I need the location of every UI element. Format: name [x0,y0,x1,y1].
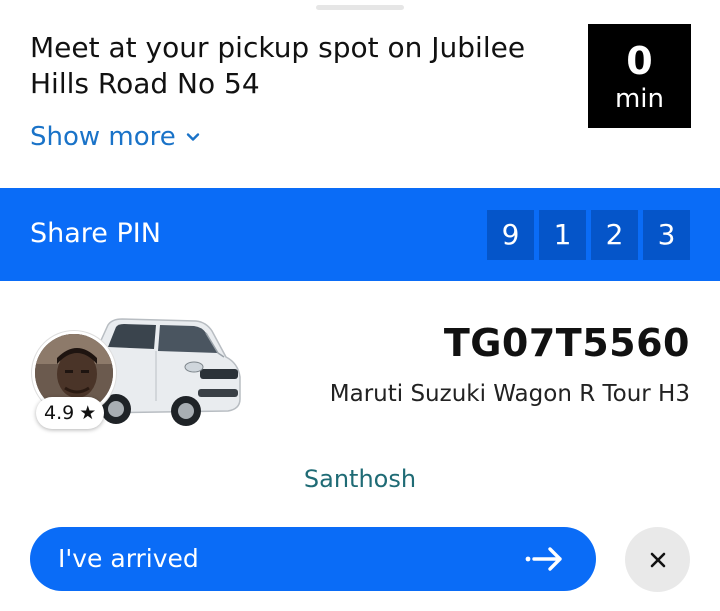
close-button[interactable] [625,527,690,592]
share-pin-bar: Share PIN 9 1 2 3 [0,188,720,281]
show-more-link[interactable]: Show more [30,122,200,152]
pin-digit: 1 [539,210,586,260]
pin-digit: 2 [591,210,638,260]
license-plate: TG07T5560 [443,321,690,365]
driver-name[interactable]: Santhosh [0,465,720,493]
show-more-label: Show more [30,122,176,152]
driver-card: 4.9 ★ TG07T5560 Maruti Suzuki Wagon R To… [0,281,720,521]
star-icon: ★ [79,402,97,424]
pickup-header: Meet at your pickup spot on Jubilee Hill… [0,0,720,188]
car-model: Maruti Suzuki Wagon R Tour H3 [329,381,690,407]
close-icon [650,552,665,567]
eta-value: 0 [626,39,653,83]
arrived-button[interactable]: I've arrived [30,527,596,591]
pin-digits: 9 1 2 3 [487,210,690,260]
driver-rating: 4.9 ★ [36,397,105,429]
arrived-label: I've arrived [58,544,199,573]
share-pin-label: Share PIN [30,218,161,249]
arrow-right-icon [525,547,562,571]
pin-digit: 3 [643,210,690,260]
pin-digit: 9 [487,210,534,260]
eta-box: 0 min [588,24,691,128]
eta-unit: min [614,84,665,114]
pickup-title: Meet at your pickup spot on Jubilee Hill… [30,31,526,100]
chevron-down-icon [186,133,199,141]
rating-value: 4.9 [44,402,75,424]
